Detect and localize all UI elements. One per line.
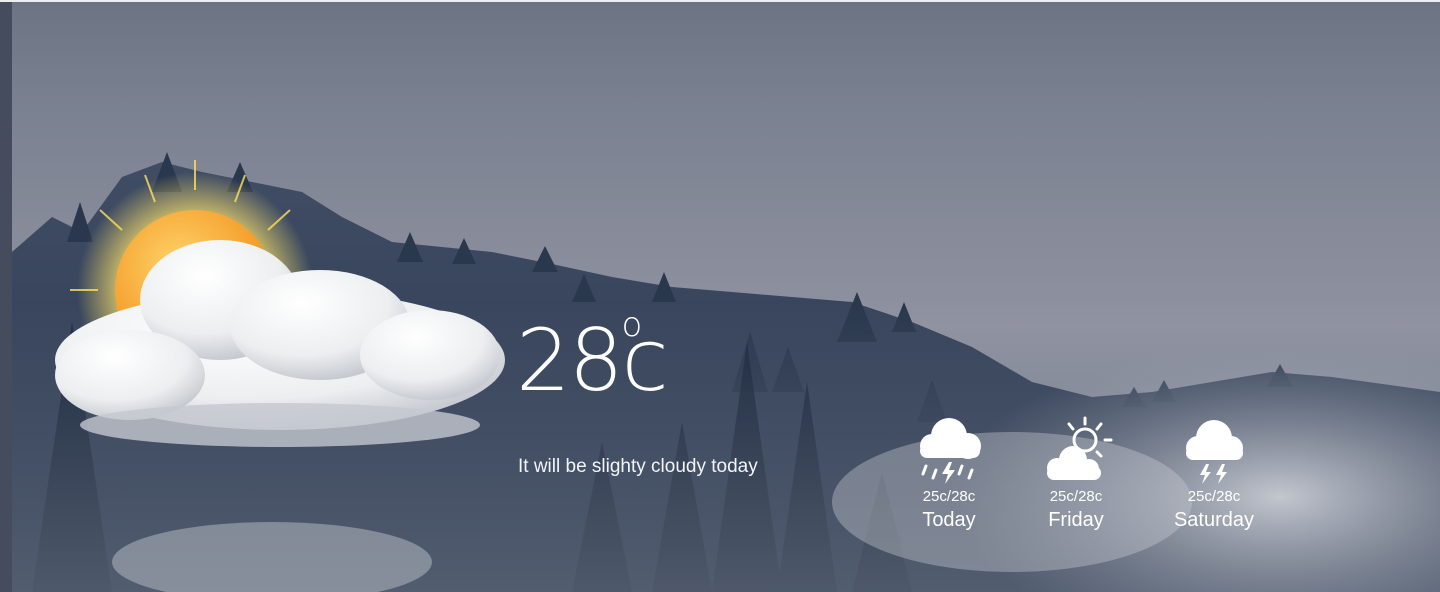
- weather-description: It will be slighty cloudy today: [518, 456, 758, 477]
- weather-page: 28 o c It will be slighty cloudy today 25c…: [0, 0, 1440, 592]
- degree-symbol: o: [621, 305, 643, 345]
- forecast-day: Saturday: [1173, 509, 1255, 531]
- current-temperature: 28 o c: [516, 308, 669, 411]
- forecast-item-friday: 25c/28c Friday: [1021, 414, 1131, 532]
- partly-cloudy-sun-icon: [55, 160, 505, 447]
- forecast-item-saturday: 25c/28c Saturday: [1159, 414, 1269, 532]
- forecast-day: Friday: [1048, 509, 1104, 531]
- rain-thunder-cloud-icon: [920, 418, 981, 484]
- forecast-range: 25c/28c: [922, 488, 976, 505]
- forecast-range: 25c/28c: [1187, 488, 1241, 505]
- temperature-value: 28: [516, 311, 623, 411]
- left-border: [0, 2, 12, 592]
- forecast-range: 25c/28c: [1049, 488, 1103, 505]
- partly-sunny-cloud-icon: [1047, 416, 1113, 480]
- forecast-item-today: 25c/28c Today: [894, 414, 1004, 532]
- forecast-day: Today: [922, 509, 976, 531]
- thunder-cloud-icon: [1186, 420, 1243, 484]
